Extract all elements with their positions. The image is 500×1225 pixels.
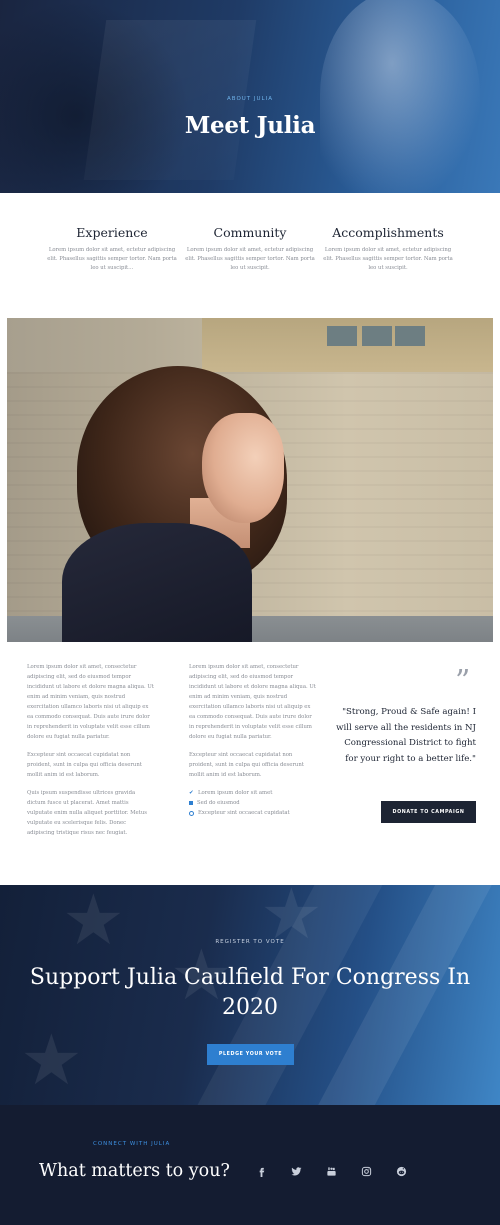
- feature-text: Lorem ipsum dolor sit amet, ectetur adip…: [47, 247, 177, 271]
- feature-experience: Experience Lorem ipsum dolor sit amet, e…: [47, 225, 177, 273]
- register-eyebrow: REGISTER TO VOTE: [215, 939, 285, 945]
- hero-section: ABOUT JULIA Meet Julia: [0, 0, 500, 193]
- paragraph: Quis ipsum suspendisse ultrices gravida …: [27, 790, 147, 836]
- donate-button[interactable]: DONATE TO CAMPAIGN: [381, 801, 476, 823]
- square-icon: [189, 801, 193, 805]
- register-title: Support Julia Caulfield For Congress In …: [29, 965, 471, 1020]
- reddit-icon[interactable]: [393, 1163, 409, 1179]
- hero-title: Meet Julia: [184, 112, 316, 139]
- pledge-vote-button[interactable]: PLEDGE YOUR VOTE: [207, 1044, 294, 1065]
- feature-text: Lorem ipsum dolor sit amet, ectetur adip…: [323, 247, 453, 271]
- paragraph: Lorem ipsum dolor sit amet, consectetur …: [27, 664, 154, 740]
- connect-footer: CONNECT WITH JULIA What matters to you?: [0, 1105, 500, 1225]
- feature-title: Community: [213, 225, 287, 240]
- twitter-icon[interactable]: [288, 1163, 304, 1179]
- feature-list: ✔ Lorem ipsum dolor sit amet Sed do eius…: [189, 788, 317, 818]
- list-item-text: Lorem ipsum dolor sit amet: [198, 790, 273, 796]
- quote-icon: ”: [455, 664, 471, 699]
- content-column-left: Lorem ipsum dolor sit amet, consectetur …: [27, 662, 155, 846]
- feature-title: Accomplishments: [332, 225, 444, 240]
- campaign-quote: "Strong, Proud & Safe again! I will serv…: [336, 707, 476, 764]
- circle-check-icon: [189, 810, 194, 816]
- star-icon: ★: [20, 1019, 83, 1101]
- photo-window: [327, 326, 357, 346]
- photo-window: [395, 326, 425, 346]
- list-item: ✔ Lorem ipsum dolor sit amet: [189, 788, 317, 798]
- register-section: ★ ★ ★ ★ REGISTER TO VOTE Support Julia C…: [0, 885, 500, 1105]
- julia-portrait-photo: [7, 318, 493, 642]
- feature-text: Lorem ipsum dolor sit amet, ectetur adip…: [185, 247, 315, 271]
- paragraph: Lorem ipsum dolor sit amet, consectetur …: [189, 664, 316, 740]
- list-item-text: Excepteur sint occaecat cupidatat: [198, 810, 290, 816]
- connect-eyebrow: CONNECT WITH JULIA: [93, 1141, 171, 1147]
- list-item: Sed do eiusmod: [189, 798, 317, 808]
- youtube-icon[interactable]: [323, 1163, 339, 1179]
- list-item-text: Sed do eiusmod: [197, 800, 240, 806]
- social-links: [253, 1163, 409, 1179]
- photo-building: [202, 318, 493, 372]
- photo-window: [362, 326, 392, 346]
- connect-title: What matters to you?: [39, 1161, 230, 1181]
- feature-accomplishments: Accomplishments Lorem ipsum dolor sit am…: [323, 225, 453, 273]
- paragraph: Excepteur sint occaecat cupidatat non pr…: [189, 752, 304, 778]
- paragraph: Excepteur sint occaecat cupidatat non pr…: [27, 752, 142, 778]
- feature-title: Experience: [76, 225, 148, 240]
- photo-sweater: [62, 523, 252, 642]
- facebook-icon[interactable]: [253, 1163, 269, 1179]
- feature-community: Community Lorem ipsum dolor sit amet, ec…: [185, 225, 315, 273]
- list-item: Excepteur sint occaecat cupidatat: [189, 808, 317, 818]
- instagram-icon[interactable]: [358, 1163, 374, 1179]
- photo-face: [202, 413, 284, 523]
- content-column-middle: Lorem ipsum dolor sit amet, consectetur …: [189, 662, 317, 818]
- hero-eyebrow: ABOUT JULIA: [227, 96, 273, 102]
- features-section: Experience Lorem ipsum dolor sit amet, e…: [0, 225, 500, 273]
- check-icon: ✔: [189, 789, 194, 796]
